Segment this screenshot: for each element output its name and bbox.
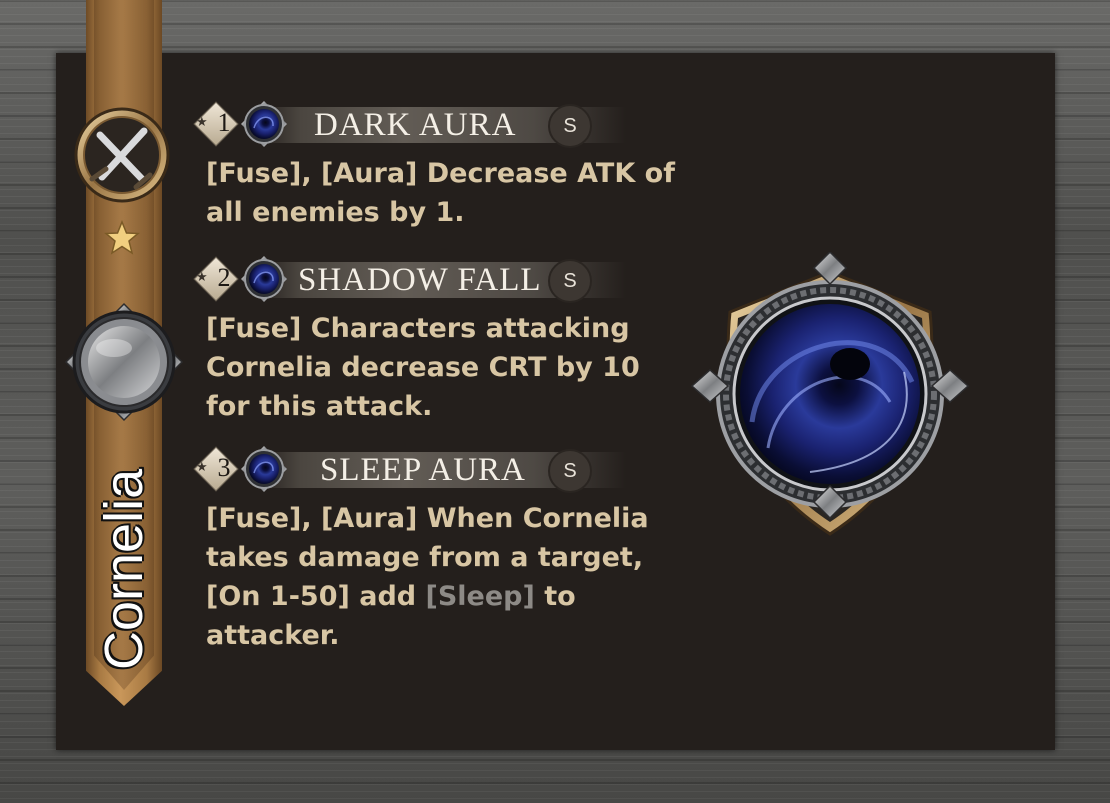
dark-vortex-icon [240, 100, 288, 148]
star-icon [104, 220, 140, 256]
skill-name: SLEEP AURA [320, 452, 526, 488]
skill-rank-badge: S [548, 449, 592, 493]
skill-number: 2 [217, 263, 231, 292]
skill-rank-badge: S [548, 259, 592, 303]
dark-vortex-icon [240, 255, 288, 303]
skill-row-2[interactable]: ★ 2 SHADOW FALL S [Fuse] Characters atta… [193, 255, 676, 422]
dark-vortex-emblem-icon [690, 250, 970, 542]
skill-name: SHADOW FALL [298, 262, 542, 298]
steel-orb-icon [64, 302, 184, 422]
small-star-icon: ★ [196, 460, 208, 475]
skill-description: [Fuse], [Aura] When Cornelia takes damag… [206, 499, 676, 655]
crossed-swords-icon [72, 105, 172, 205]
skill-header: ★ 2 SHADOW FALL S [193, 255, 676, 303]
skill-number: 1 [217, 108, 231, 137]
small-star-icon: ★ [196, 115, 208, 130]
skill-name: DARK AURA [314, 107, 517, 143]
skill-number: 3 [217, 453, 231, 482]
dark-vortex-icon [240, 445, 288, 493]
character-name: Cornelia [94, 468, 154, 670]
sleep-status-tag: [Sleep] [425, 581, 535, 612]
small-star-icon: ★ [196, 270, 208, 285]
skill-description: [Fuse], [Aura] Decrease ATK of all enemi… [206, 158, 675, 228]
skill-description: [Fuse] Characters attacking Cornelia dec… [206, 313, 640, 422]
skill-rank-badge: S [548, 104, 592, 148]
skill-header: ★ 3 SLEEP AURA S [193, 445, 676, 493]
skill-header: ★ 1 DARK AURA S [193, 100, 676, 148]
skill-row-3[interactable]: ★ 3 SLEEP AURA S [Fuse], [Aura] When Cor… [193, 445, 676, 651]
skill-row-1[interactable]: ★ 1 DARK AURA S [Fuse], [Aura] Decrease … [193, 100, 676, 228]
